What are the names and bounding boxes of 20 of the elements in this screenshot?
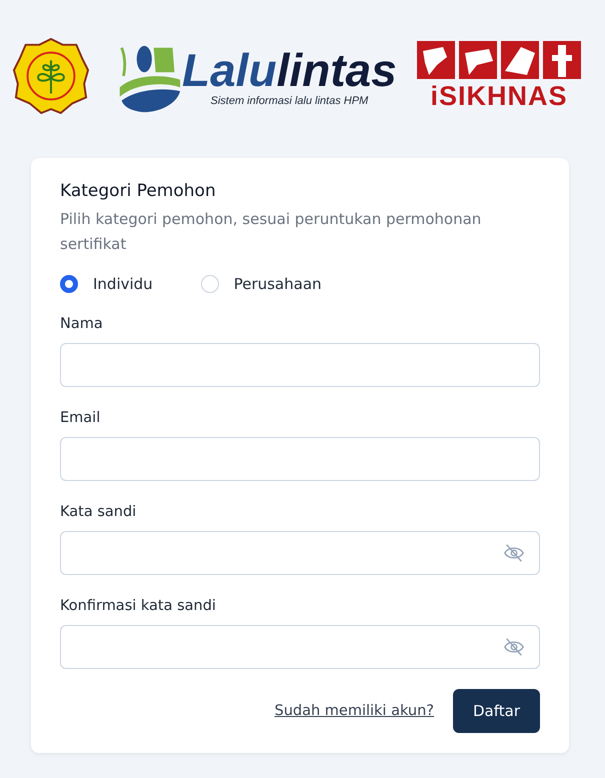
brand-tagline: Sistem informasi lalu lintas HPM	[210, 95, 368, 107]
login-link[interactable]: Sudah memiliki akun?	[274, 703, 434, 719]
field-label: Nama	[60, 315, 104, 333]
input-field[interactable]	[60, 437, 540, 481]
field-label: Email	[60, 409, 102, 427]
register-button[interactable]: Daftar	[453, 689, 540, 733]
input-field[interactable]	[60, 531, 540, 575]
radio-button[interactable]	[60, 275, 78, 293]
field-label: Konfirmasi kata sandi	[60, 597, 217, 615]
input-field[interactable]	[60, 343, 540, 387]
hidden-eye-icon[interactable]	[503, 542, 525, 564]
radio-label: Individu	[93, 275, 153, 293]
input-field[interactable]	[60, 625, 540, 669]
brand-name: Lalulintas	[182, 45, 397, 95]
form-subtitle: Pilih kategori pemohon, sesuai peruntukan permohonan sertifikat	[60, 209, 482, 255]
form-title: Kategori Pemohon	[60, 180, 217, 203]
hidden-eye-icon[interactable]	[503, 636, 525, 658]
field-label: Kata sandi	[60, 503, 138, 521]
radio-label: Perusahaan	[234, 275, 322, 293]
partner-name: iSIKHNAS	[430, 81, 568, 111]
